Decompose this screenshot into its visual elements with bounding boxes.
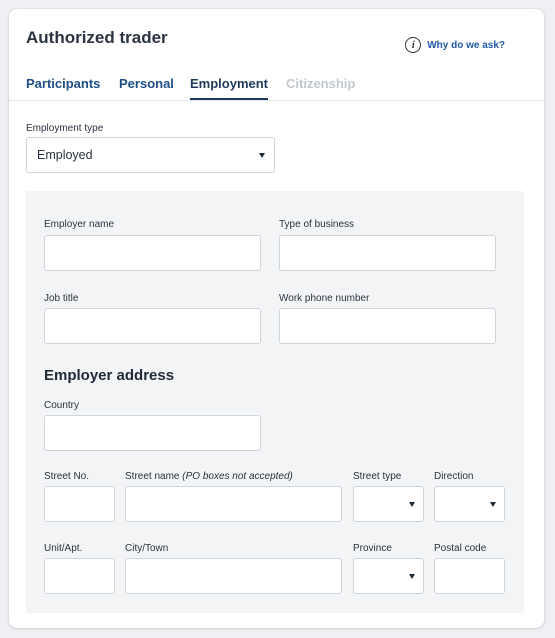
- chevron-down-icon: [259, 153, 265, 158]
- type-of-business-label: Type of business: [279, 219, 355, 230]
- country-label: Country: [44, 400, 80, 411]
- street-name-label-text: Street name: [125, 471, 180, 482]
- work-phone-label: Work phone number: [279, 293, 370, 304]
- employment-type-select[interactable]: Employed: [26, 137, 275, 173]
- unit-apt-field[interactable]: [44, 558, 115, 594]
- tab-personal[interactable]: Personal: [119, 76, 174, 98]
- authorized-trader-card: Authorized trader i Why do we ask? Parti…: [9, 9, 544, 628]
- employer-address-heading: Employer address: [44, 367, 175, 384]
- chevron-down-icon: [409, 502, 415, 507]
- city-town-field[interactable]: [125, 558, 342, 594]
- job-title-label: Job title: [44, 293, 79, 304]
- tab-citizenship: Citizenship: [286, 76, 356, 91]
- province-label: Province: [353, 543, 392, 554]
- direction-label: Direction: [434, 471, 474, 482]
- employment-type-value: Employed: [37, 148, 93, 162]
- info-icon: i: [405, 37, 422, 53]
- province-select[interactable]: [353, 558, 424, 594]
- postal-code-label: Postal code: [434, 543, 487, 554]
- tab-bar: Participants Personal Employment Citizen…: [9, 73, 544, 101]
- why-do-we-ask-label: Why do we ask?: [427, 39, 505, 51]
- work-phone-field[interactable]: [279, 308, 496, 344]
- chevron-down-icon: [490, 502, 496, 507]
- street-name-label: Street name (PO boxes not accepted): [125, 471, 293, 482]
- street-name-note: (PO boxes not accepted): [182, 471, 293, 482]
- street-name-field[interactable]: [125, 486, 342, 522]
- employment-type-label: Employment type: [26, 123, 104, 134]
- job-title-field[interactable]: [44, 308, 261, 344]
- street-no-field[interactable]: [44, 486, 115, 522]
- direction-select[interactable]: [434, 486, 505, 522]
- type-of-business-field[interactable]: [279, 235, 496, 271]
- employer-name-label: Employer name: [44, 219, 115, 230]
- why-do-we-ask-link[interactable]: i Why do we ask?: [405, 37, 505, 53]
- street-no-label: Street No.: [44, 471, 90, 482]
- chevron-down-icon: [409, 574, 415, 579]
- postal-code-field[interactable]: [434, 558, 505, 594]
- tab-employment[interactable]: Employment: [190, 76, 269, 100]
- street-type-select[interactable]: [353, 486, 424, 522]
- card-title: Authorized trader: [26, 28, 168, 47]
- employer-name-field[interactable]: [44, 235, 261, 271]
- street-type-label: Street type: [353, 471, 402, 482]
- unit-apt-label: Unit/Apt.: [44, 543, 83, 554]
- tab-participants[interactable]: Participants: [26, 76, 100, 98]
- country-field[interactable]: [44, 415, 261, 451]
- city-town-label: City/Town: [125, 543, 169, 554]
